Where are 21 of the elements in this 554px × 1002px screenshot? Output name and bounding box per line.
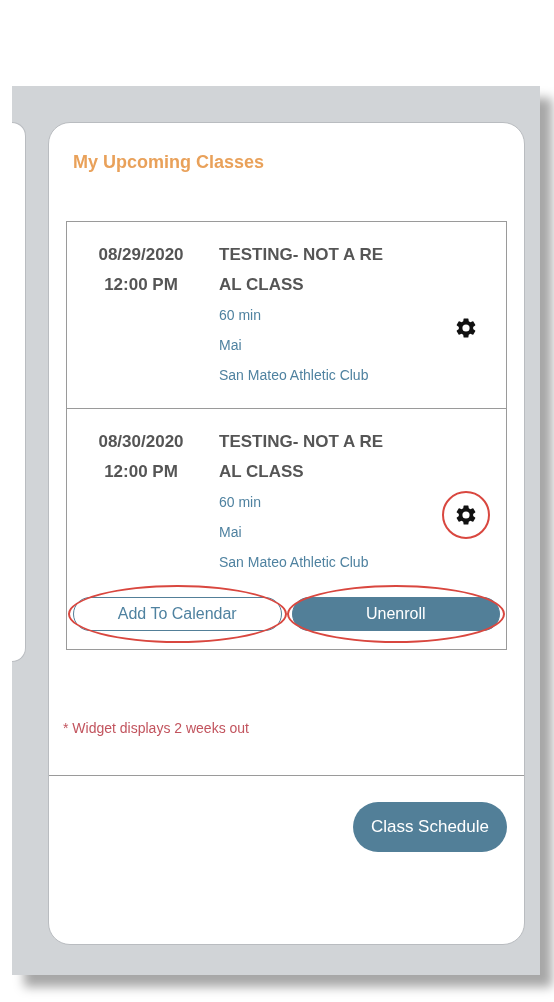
- class-title: AL CLASS: [219, 274, 305, 296]
- unenroll-button[interactable]: Unenroll: [291, 597, 500, 631]
- class-title: AL CLASS: [219, 461, 305, 483]
- class-location: San Mateo Athletic Club: [219, 553, 370, 572]
- class-title: TESTING- NOT A RE: [219, 244, 383, 266]
- class-duration: 60 min: [219, 306, 263, 325]
- class-location: San Mateo Athletic Club: [219, 366, 370, 385]
- class-instructor: Mai: [219, 336, 243, 355]
- class-duration: 60 min: [219, 493, 263, 512]
- class-time: 12:00 PM: [104, 461, 178, 483]
- class-date: 08/30/2020: [98, 431, 184, 453]
- settings-icon[interactable]: [454, 316, 478, 340]
- class-time: 12:00 PM: [104, 274, 178, 296]
- class-schedule-button[interactable]: Class Schedule: [352, 802, 507, 852]
- class-instructor: Mai: [219, 523, 243, 542]
- calendar-button[interactable]: Add To Calendar: [73, 597, 282, 631]
- class-title: TESTING- NOT A RE: [219, 431, 383, 453]
- settings-icon[interactable]: [454, 503, 478, 527]
- widget-note: * Widget displays 2 weeks out: [63, 720, 249, 736]
- widget-title: My Upcoming Classes: [73, 152, 265, 172]
- class-date: 08/29/2020: [98, 244, 184, 266]
